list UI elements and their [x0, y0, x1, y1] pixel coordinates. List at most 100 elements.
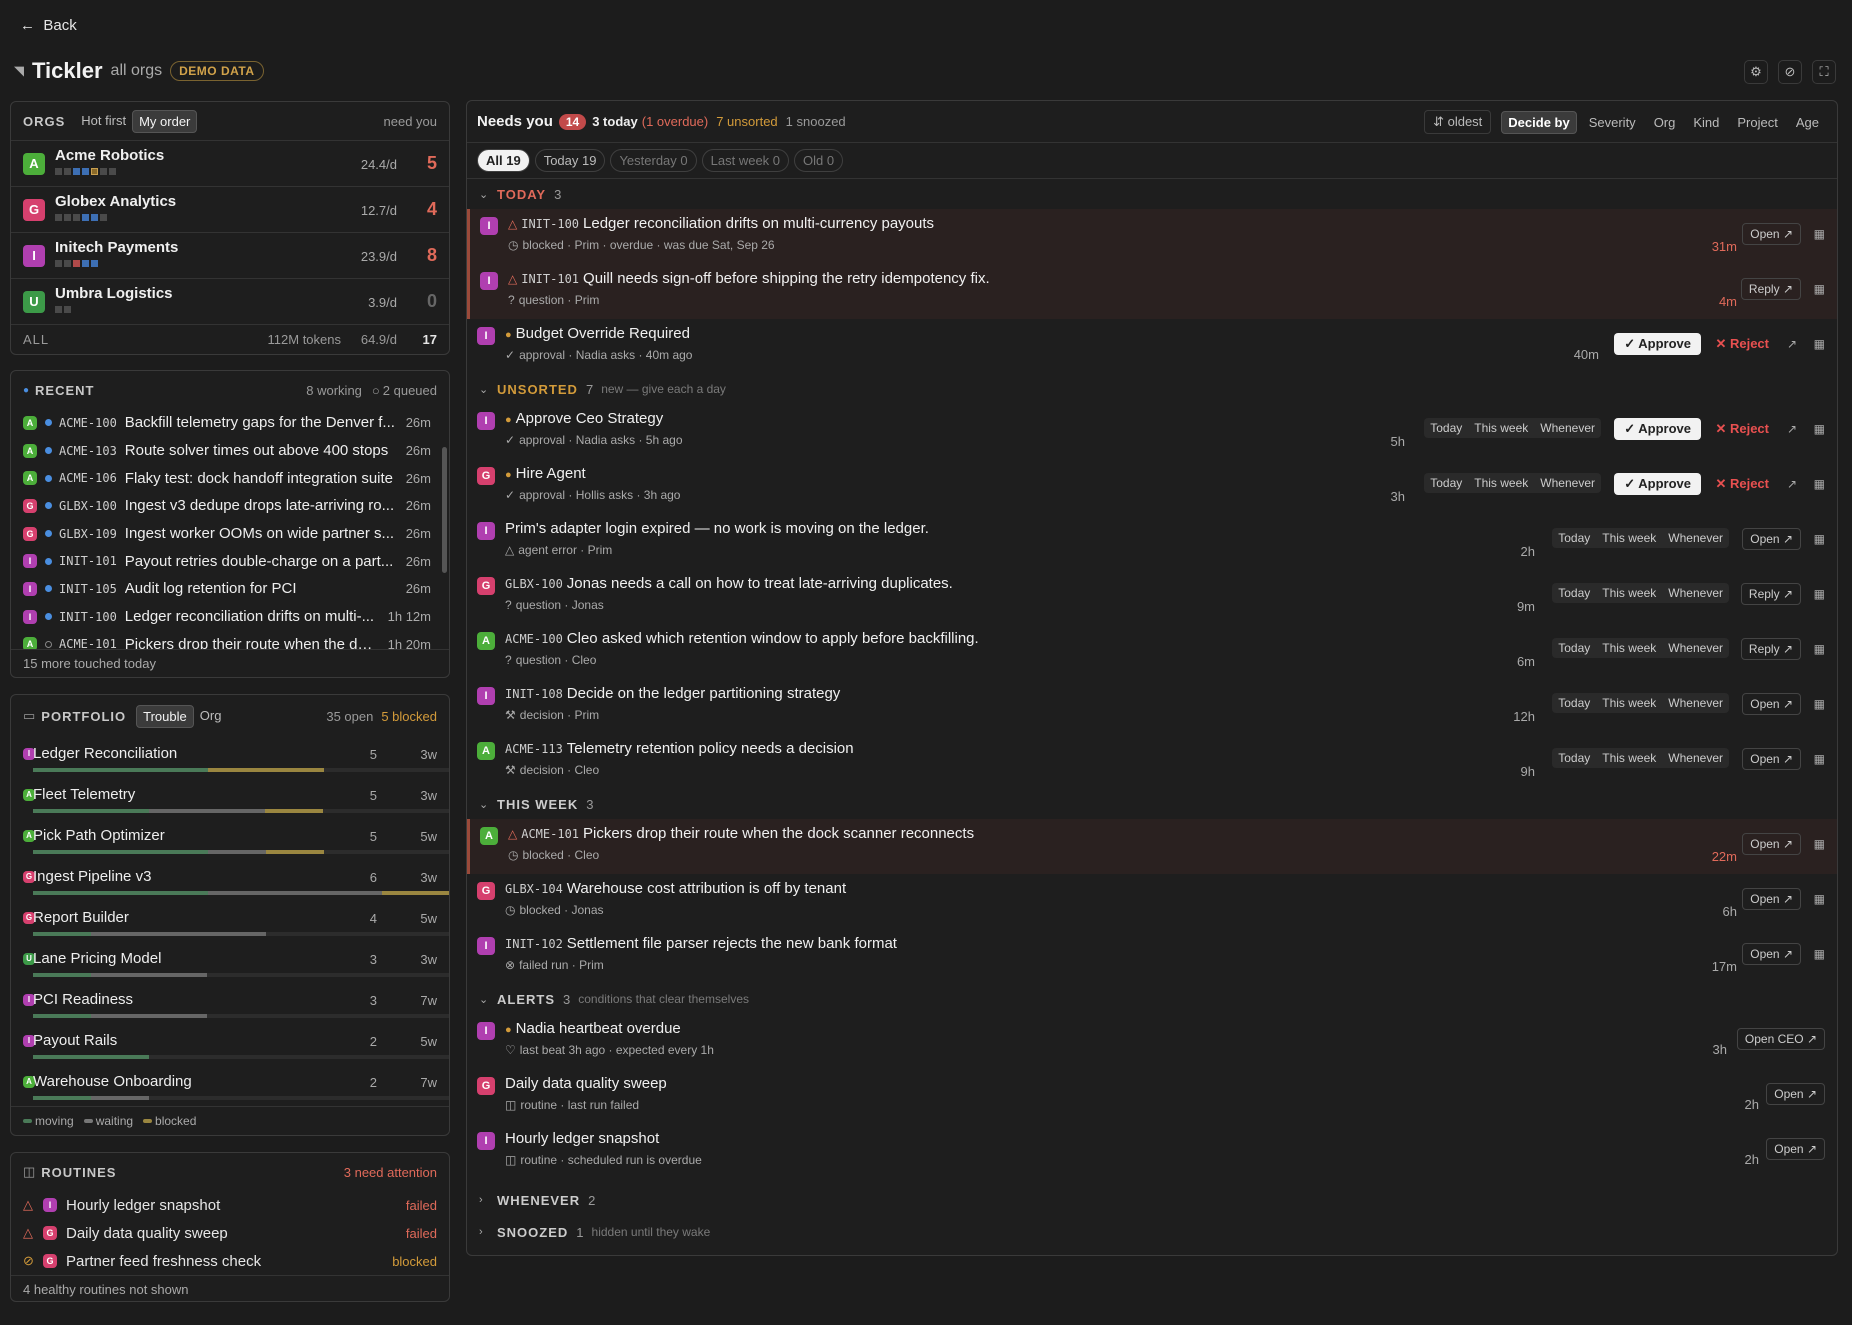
triage-whenever[interactable]: Whenever: [1662, 748, 1729, 768]
queue-item[interactable]: A ACME-100 Cleo asked which retention win…: [467, 624, 1837, 679]
tab-last-week[interactable]: Last week 0: [701, 149, 790, 172]
open-button[interactable]: Open ↗: [1742, 888, 1801, 910]
settings-icon[interactable]: ⚙: [1744, 60, 1768, 84]
back-button[interactable]: ← Back: [20, 17, 77, 34]
open-button[interactable]: Open ↗: [1742, 693, 1801, 715]
portfolio-row[interactable]: I PCI Readiness 3 7w: [11, 983, 449, 1024]
section-snoozed[interactable]: › SNOOZED 1 hidden until they wake: [467, 1217, 1837, 1247]
org-row[interactable]: U Umbra Logistics 3.9/d 0: [11, 278, 449, 324]
group-kind[interactable]: Kind: [1687, 112, 1725, 133]
reply-button[interactable]: Reply ↗: [1740, 278, 1801, 300]
tab-all[interactable]: All 19: [477, 149, 530, 172]
queue-item[interactable]: G GLBX-104 Warehouse cost attribution is …: [467, 874, 1837, 929]
routine-row[interactable]: △ G Daily data quality sweep failed: [11, 1219, 449, 1247]
org-row[interactable]: G Globex Analytics 12.7/d 4: [11, 186, 449, 232]
queue-item[interactable]: A ACME-113 Telemetry retention policy nee…: [467, 734, 1837, 789]
recent-item[interactable]: A ACME-101 Pickers drop their route when t…: [11, 631, 449, 649]
tab-trouble[interactable]: Trouble: [136, 704, 194, 728]
calendar-icon[interactable]: ▦: [1814, 422, 1825, 436]
calendar-icon[interactable]: ▦: [1814, 892, 1825, 906]
calendar-icon[interactable]: ▦: [1814, 227, 1825, 241]
section-today[interactable]: ⌄ TODAY 3: [467, 179, 1837, 209]
group-age[interactable]: Age: [1790, 112, 1825, 133]
recent-list[interactable]: A ACME-100 Backfill telemetry gaps for the…: [11, 409, 449, 649]
recent-item[interactable]: I INIT-101 Payout retries double-charge on…: [11, 547, 449, 575]
triage-today[interactable]: Today: [1424, 473, 1468, 493]
routine-row[interactable]: △ I Hourly ledger snapshot failed: [11, 1191, 449, 1219]
triage-this-week[interactable]: This week: [1596, 693, 1662, 713]
portfolio-row[interactable]: A Fleet Telemetry 5 3w: [11, 778, 449, 819]
approve-button[interactable]: ✓ Approve: [1614, 333, 1701, 355]
group-decide-by[interactable]: Decide by: [1501, 110, 1577, 134]
reject-button[interactable]: ✕ Reject: [1715, 336, 1769, 352]
tab-yesterday[interactable]: Yesterday 0: [610, 149, 697, 172]
triage-today[interactable]: Today: [1552, 693, 1596, 713]
calendar-icon[interactable]: ▦: [1814, 532, 1825, 546]
tab-org[interactable]: Org: [194, 705, 228, 728]
portfolio-row[interactable]: G Report Builder 4 5w: [11, 901, 449, 942]
open-ceo-button[interactable]: Open CEO ↗: [1736, 1028, 1825, 1050]
sort-hot-first[interactable]: Hot first: [75, 110, 132, 133]
calendar-icon[interactable]: ▦: [1814, 752, 1825, 766]
reject-button[interactable]: ✕ Reject: [1715, 476, 1769, 492]
triage-today[interactable]: Today: [1552, 638, 1596, 658]
triage-this-week[interactable]: This week: [1596, 638, 1662, 658]
recent-item[interactable]: A ACME-103 Route solver times out above 40…: [11, 437, 449, 465]
triage-this-week[interactable]: This week: [1596, 748, 1662, 768]
org-row[interactable]: I Initech Payments 23.9/d 8: [11, 232, 449, 278]
routine-row[interactable]: ⊘ G Partner feed freshness check blocked: [11, 1247, 449, 1275]
group-org[interactable]: Org: [1648, 112, 1682, 133]
triage-whenever[interactable]: Whenever: [1662, 583, 1729, 603]
tab-today[interactable]: Today 19: [534, 149, 606, 172]
recent-item[interactable]: G GLBX-100 Ingest v3 dedupe drops late-arr…: [11, 492, 449, 520]
triage-whenever[interactable]: Whenever: [1662, 528, 1729, 548]
queue-item[interactable]: A △ ACME-101 Pickers drop their route when…: [467, 819, 1837, 874]
triage-this-week[interactable]: This week: [1596, 528, 1662, 548]
portfolio-row[interactable]: A Warehouse Onboarding 2 7w: [11, 1065, 449, 1106]
triage-today[interactable]: Today: [1424, 418, 1468, 438]
tab-old[interactable]: Old 0: [794, 149, 844, 172]
reject-button[interactable]: ✕ Reject: [1715, 421, 1769, 437]
triage-whenever[interactable]: Whenever: [1662, 693, 1729, 713]
open-button[interactable]: Open ↗: [1742, 528, 1801, 550]
queue-item[interactable]: I INIT-108 Decide on the ledger partition…: [467, 679, 1837, 734]
triage-this-week[interactable]: This week: [1468, 473, 1534, 493]
triage-this-week[interactable]: This week: [1468, 418, 1534, 438]
queue-item[interactable]: I △ INIT-101 Quill needs sign-off before s…: [467, 264, 1837, 319]
triage-today[interactable]: Today: [1552, 583, 1596, 603]
group-project[interactable]: Project: [1731, 112, 1783, 133]
external-link-icon[interactable]: ↗: [1787, 337, 1797, 351]
queue-item[interactable]: I ● Nadia heartbeat overdue ♡ last beat 3h…: [467, 1014, 1837, 1069]
calendar-icon[interactable]: ▦: [1814, 642, 1825, 656]
calendar-icon[interactable]: ▦: [1814, 947, 1825, 961]
org-all-row[interactable]: ALL 112M tokens 64.9/d 17: [11, 324, 449, 354]
queue-item[interactable]: G GLBX-100 Jonas needs a call on how to t…: [467, 569, 1837, 624]
portfolio-row[interactable]: U Lane Pricing Model 3 3w: [11, 942, 449, 983]
calendar-icon[interactable]: ▦: [1814, 837, 1825, 851]
reply-button[interactable]: Reply ↗: [1740, 583, 1801, 605]
open-button[interactable]: Open ↗: [1742, 748, 1801, 770]
notifications-off-icon[interactable]: ⊘: [1778, 60, 1802, 84]
recent-footer[interactable]: 15 more touched today: [11, 649, 449, 677]
triage-today[interactable]: Today: [1552, 748, 1596, 768]
triage-whenever[interactable]: Whenever: [1534, 418, 1601, 438]
fullscreen-icon[interactable]: ⛶: [1812, 60, 1836, 84]
queue-item[interactable]: I Prim's adapter login expired — no work…: [467, 514, 1837, 569]
recent-item[interactable]: A ACME-106 Flaky test: dock handoff integr…: [11, 464, 449, 492]
queue-item[interactable]: G ● Hire Agent ✓ approval · Hollis asks · …: [467, 459, 1837, 514]
sort-oldest-button[interactable]: ⇵ oldest: [1424, 110, 1492, 134]
recent-item[interactable]: G GLBX-109 Ingest worker OOMs on wide part…: [11, 520, 449, 548]
approve-button[interactable]: ✓ Approve: [1614, 418, 1701, 440]
calendar-icon[interactable]: ▦: [1814, 477, 1825, 491]
portfolio-row[interactable]: I Payout Rails 2 5w: [11, 1024, 449, 1065]
recent-scrollbar[interactable]: [442, 447, 447, 573]
queue-item[interactable]: I INIT-102 Settlement file parser rejects…: [467, 929, 1837, 984]
open-button[interactable]: Open ↗: [1766, 1138, 1825, 1160]
recent-item[interactable]: A ACME-100 Backfill telemetry gaps for the…: [11, 409, 449, 437]
recent-item[interactable]: I INIT-100 Ledger reconciliation drifts on…: [11, 603, 449, 631]
portfolio-row[interactable]: I Ledger Reconciliation 5 3w: [11, 737, 449, 778]
section-whenever[interactable]: › WHENEVER 2: [467, 1185, 1837, 1215]
open-button[interactable]: Open ↗: [1742, 223, 1801, 245]
external-link-icon[interactable]: ↗: [1787, 477, 1797, 491]
external-link-icon[interactable]: ↗: [1787, 422, 1797, 436]
